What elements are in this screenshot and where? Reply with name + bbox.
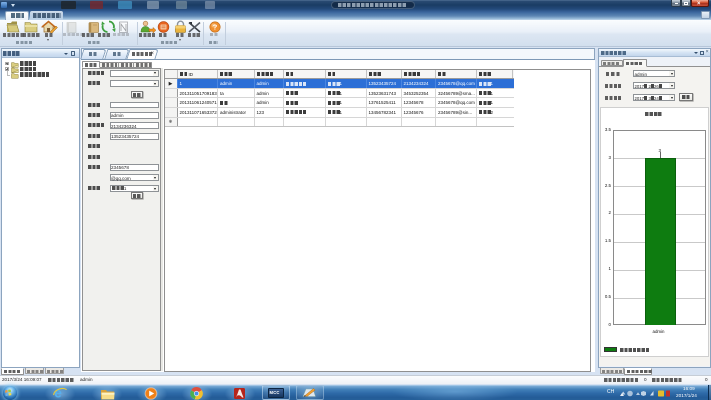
svg-text:?: ? xyxy=(213,23,218,32)
